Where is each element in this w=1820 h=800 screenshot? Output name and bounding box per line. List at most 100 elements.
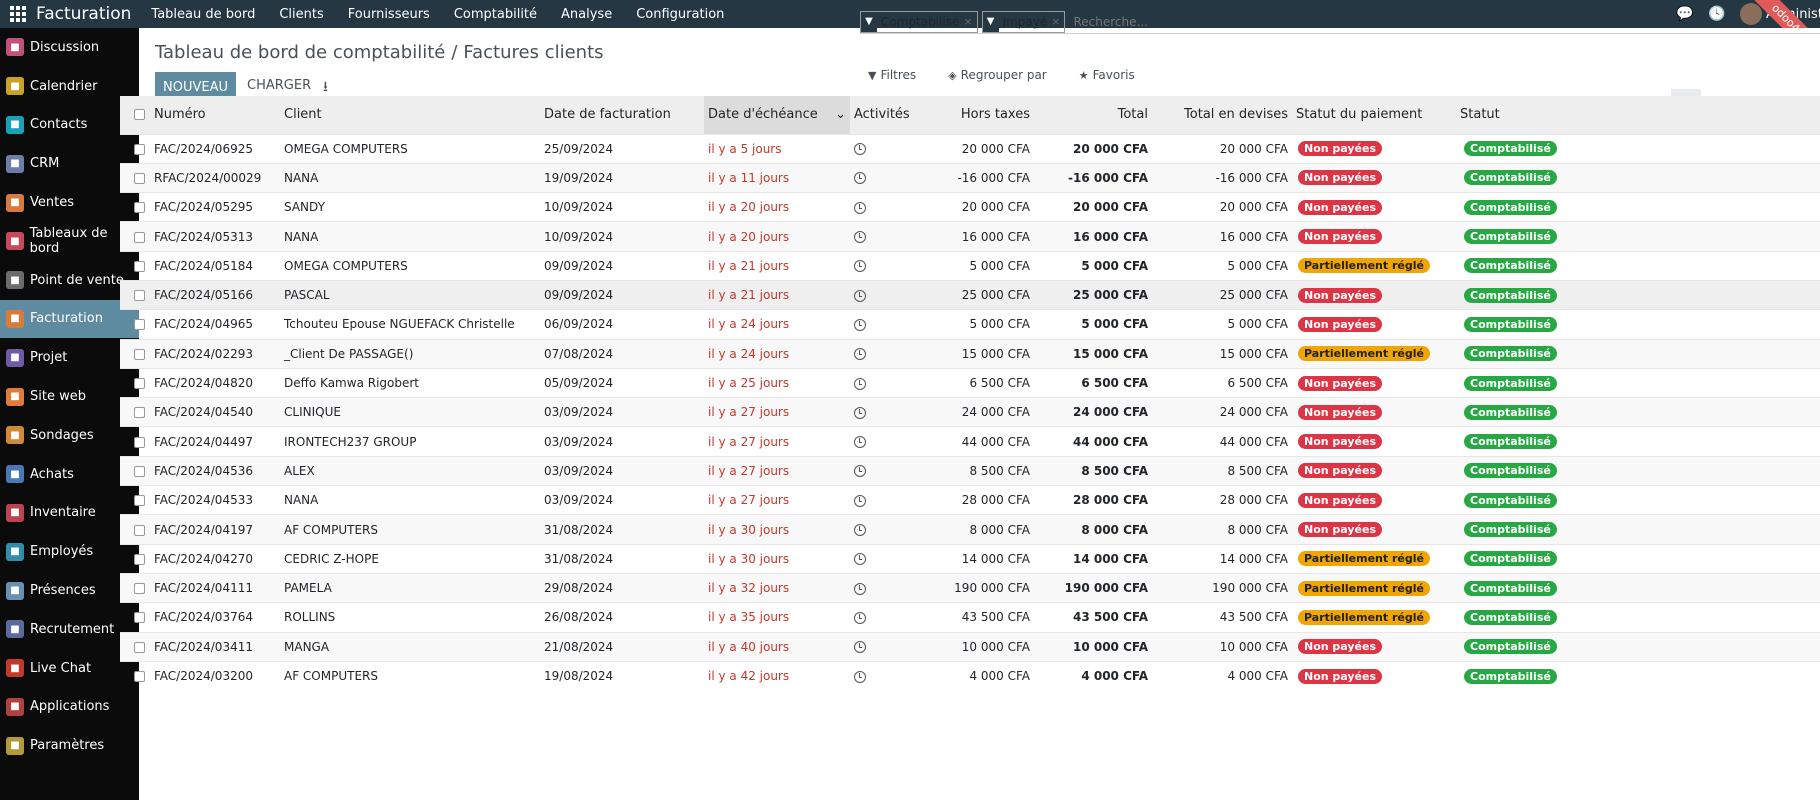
cell-activites[interactable]	[850, 515, 934, 544]
cell-activites[interactable]	[850, 544, 934, 573]
activity-clock-icon[interactable]	[854, 641, 866, 654]
cell-activites[interactable]	[850, 486, 934, 515]
table-row[interactable]: FAC/2024/04540 CLINIQUE 03/09/2024 il y a 2…	[120, 397, 1820, 427]
sidebar-item-gear[interactable]: ■ Paramètres	[0, 726, 139, 765]
row-checkbox[interactable]	[120, 456, 150, 485]
cell-activites[interactable]	[850, 163, 934, 192]
cell-activites[interactable]	[850, 398, 934, 427]
row-checkbox[interactable]	[120, 310, 150, 339]
column-header-statut-paiement[interactable]: Statut du paiement	[1292, 96, 1456, 134]
table-row[interactable]: FAC/2024/05313 NANA 10/09/2024 il y a 20 jo…	[120, 221, 1820, 252]
activity-clock-icon[interactable]	[854, 524, 866, 536]
activity-clock-icon[interactable]	[854, 289, 866, 302]
menu-configuration[interactable]: Configuration	[636, 7, 724, 22]
cell-activites[interactable]	[850, 134, 934, 163]
load-button[interactable]: CHARGER	[247, 78, 311, 93]
row-checkbox[interactable]	[120, 486, 150, 515]
column-header-numero[interactable]: Numéro	[150, 96, 280, 134]
sidebar-item-search-user[interactable]: ■ Recrutement	[0, 610, 139, 649]
activity-clock-icon[interactable]	[854, 143, 866, 156]
sidebar-item-livechat[interactable]: ■ Live Chat	[0, 649, 139, 688]
row-checkbox[interactable]	[120, 251, 150, 280]
column-header-total-devises[interactable]: Total en devises	[1152, 96, 1292, 134]
sidebar-item-survey[interactable]: ■ Sondages	[0, 416, 139, 455]
row-checkbox[interactable]	[120, 163, 150, 192]
row-checkbox[interactable]	[120, 427, 150, 456]
row-checkbox[interactable]	[120, 193, 150, 222]
cell-activites[interactable]	[850, 603, 934, 632]
column-header-client[interactable]: Client	[280, 96, 540, 134]
activity-clock-icon[interactable]	[854, 348, 866, 361]
row-checkbox[interactable]	[120, 661, 150, 690]
activity-clock-icon[interactable]	[854, 172, 866, 185]
row-checkbox[interactable]	[120, 339, 150, 368]
sidebar-item-apps[interactable]: ■ Applications	[0, 688, 139, 727]
sidebar-item-handshake[interactable]: ■ CRM	[0, 144, 139, 183]
search-facet[interactable]: ▼ Impayé ×	[981, 10, 1066, 33]
activity-clock-icon[interactable]	[854, 670, 866, 683]
cell-activites[interactable]	[850, 427, 934, 456]
row-checkbox[interactable]	[120, 134, 150, 163]
search-input[interactable]	[1073, 14, 1334, 29]
sidebar-item-puzzle[interactable]: ■ Projet	[0, 338, 139, 377]
sidebar-item-calendar[interactable]: ■ Calendrier	[0, 67, 139, 106]
table-row[interactable]: FAC/2024/06925 OMEGA COMPUTERS 25/09/2024 i…	[120, 134, 1820, 163]
cell-activites[interactable]	[850, 632, 934, 661]
sidebar-item-globe[interactable]: ■ Site web	[0, 377, 139, 416]
table-row[interactable]: FAC/2024/04270 CEDRIC Z-HOPE 31/08/2024 il …	[120, 544, 1820, 573]
filters-dropdown[interactable]: ▼ Filtres	[868, 68, 932, 82]
cell-activites[interactable]	[850, 310, 934, 339]
table-row[interactable]: FAC/2024/04536 ALEX 03/09/2024 il y a 27 jo…	[120, 456, 1820, 486]
remove-facet-icon[interactable]: ×	[1051, 12, 1064, 32]
sidebar-item-people[interactable]: ■ Employés	[0, 532, 139, 571]
row-checkbox[interactable]	[120, 603, 150, 632]
row-checkbox[interactable]	[120, 280, 150, 309]
select-all-checkbox[interactable]	[120, 96, 150, 134]
cell-activites[interactable]	[850, 573, 934, 602]
table-row[interactable]: FAC/2024/04111 PAMELA 29/08/2024 il y a 32 …	[120, 573, 1820, 603]
activity-clock-icon[interactable]	[854, 553, 866, 566]
menu-tableau-de-bord[interactable]: Tableau de bord	[151, 7, 255, 22]
cell-activites[interactable]	[850, 280, 934, 309]
row-checkbox[interactable]	[120, 222, 150, 251]
column-header-hors-taxes[interactable]: Hors taxes	[934, 96, 1034, 134]
activity-clock-icon[interactable]	[854, 231, 866, 244]
activity-clock-icon[interactable]	[854, 465, 866, 478]
sidebar-item-contact[interactable]: ■ Contacts	[0, 106, 139, 145]
remove-facet-icon[interactable]: ×	[963, 12, 976, 32]
table-row[interactable]: FAC/2024/02293 _Client De PASSAGE() 07/08/…	[120, 339, 1820, 369]
column-header-total[interactable]: Total	[1034, 96, 1152, 134]
menu-clients[interactable]: Clients	[279, 7, 323, 22]
cell-activites[interactable]	[850, 251, 934, 280]
row-checkbox[interactable]	[120, 515, 150, 544]
activity-clock-icon[interactable]	[854, 318, 866, 331]
activity-clock-icon[interactable]	[854, 582, 866, 595]
sidebar-item-purchase[interactable]: ■ Achats	[0, 455, 139, 494]
table-row[interactable]: FAC/2024/05295 SANDY 10/09/2024 il y a 20 j…	[120, 192, 1820, 222]
cell-activites[interactable]	[850, 661, 934, 690]
table-row[interactable]: FAC/2024/03200 AF COMPUTERS 19/08/2024 il y…	[120, 661, 1820, 690]
groupby-dropdown[interactable]: ◈ Regrouper par	[948, 68, 1063, 82]
row-checkbox[interactable]	[120, 632, 150, 661]
search-facet[interactable]: ▼ Comptabilisé ×	[860, 10, 978, 33]
favorites-dropdown[interactable]: ★ Favoris	[1079, 68, 1151, 82]
sidebar-item-chart[interactable]: ■ Ventes	[0, 183, 139, 222]
sidebar-item-store[interactable]: ■ Point de vente	[0, 261, 139, 300]
sidebar-item-boxes[interactable]: ■ Inventaire	[0, 494, 139, 533]
column-header-date-echeance[interactable]: Date d'échéance ⌄	[704, 96, 850, 134]
breadcrumb-parent[interactable]: Tableau de bord de comptabilité	[155, 42, 445, 63]
table-row[interactable]: FAC/2024/04965 Tchouteu Epouse NGUEFACK C…	[120, 309, 1820, 339]
table-row[interactable]: FAC/2024/03764 ROLLINS 26/08/2024 il y a 35…	[120, 602, 1820, 632]
row-checkbox[interactable]	[120, 573, 150, 602]
column-header-date-facturation[interactable]: Date de facturation	[540, 96, 704, 134]
row-checkbox[interactable]	[120, 544, 150, 573]
menu-comptabilite[interactable]: Comptabilité	[454, 7, 537, 22]
table-row[interactable]: FAC/2024/05184 OMEGA COMPUTERS 09/09/2024 i…	[120, 251, 1820, 280]
cell-activites[interactable]	[850, 222, 934, 251]
cell-activites[interactable]	[850, 193, 934, 222]
table-row[interactable]: FAC/2024/04497 IRONTECH237 GROUP 03/09/202…	[120, 426, 1820, 456]
activity-clock-icon[interactable]	[854, 436, 866, 449]
row-checkbox[interactable]	[120, 398, 150, 427]
cell-activites[interactable]	[850, 368, 934, 397]
app-menu-icon[interactable]	[0, 0, 36, 28]
